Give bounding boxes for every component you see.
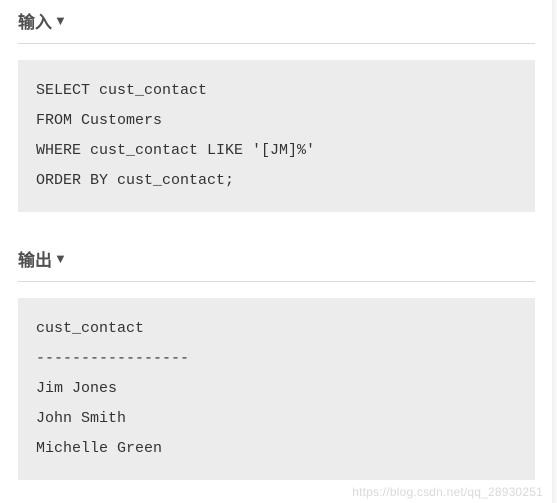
watermark-text: https://blog.csdn.net/qq_28930251 [352, 485, 543, 499]
output-title: 输出 [18, 246, 52, 271]
right-edge-shadow [552, 0, 557, 503]
output-code-block: cust_contact ----------------- Jim Jones… [18, 298, 535, 480]
input-section-header[interactable]: 输入 ▼ [18, 8, 535, 44]
output-section-header[interactable]: 输出 ▼ [18, 246, 535, 282]
chevron-down-icon: ▼ [54, 251, 67, 266]
input-title: 输入 [18, 8, 52, 33]
input-code-block: SELECT cust_contact FROM Customers WHERE… [18, 60, 535, 212]
chevron-down-icon: ▼ [54, 13, 67, 28]
